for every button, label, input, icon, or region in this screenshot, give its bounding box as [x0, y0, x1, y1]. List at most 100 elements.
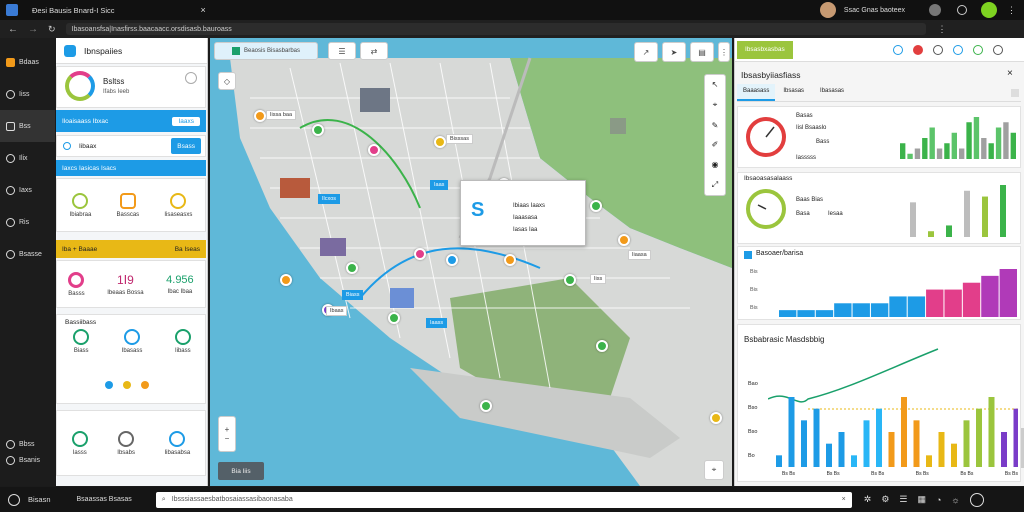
- map-nav-button[interactable]: ➤: [662, 42, 686, 62]
- map-marker-label[interactable]: Iiaasa: [628, 250, 651, 260]
- map-pin[interactable]: [312, 124, 324, 136]
- action-item[interactable]: Ibsabs: [117, 430, 135, 456]
- forward-icon[interactable]: →: [28, 24, 38, 35]
- map-canvas[interactable]: [210, 38, 732, 486]
- rail-bottom-2[interactable]: Bsanis: [0, 452, 55, 468]
- rail-item-5[interactable]: Iaxs: [0, 174, 55, 206]
- fullscreen-icon[interactable]: ⤢: [712, 180, 718, 190]
- rail-bottom-1[interactable]: Bbss: [0, 436, 55, 452]
- map-marker-label[interactable]: Iaass: [426, 318, 448, 328]
- map-pin[interactable]: [254, 110, 266, 122]
- rail-item-home[interactable]: Bdaas: [0, 46, 55, 78]
- dot-icon[interactable]: [141, 381, 149, 389]
- power-icon[interactable]: [8, 493, 20, 506]
- search-button[interactable]: Iibaax: [79, 143, 96, 150]
- map-marker-label[interactable]: Iissa baa: [266, 110, 297, 120]
- map-pin[interactable]: [446, 254, 458, 266]
- rail-item-7[interactable]: Bsasse: [0, 238, 55, 270]
- map-compass-button[interactable]: ◇: [218, 72, 236, 90]
- edit-icon[interactable]: ✎: [712, 121, 719, 130]
- dot-icon[interactable]: [105, 381, 113, 389]
- map-pin[interactable]: [280, 274, 292, 286]
- clear-icon[interactable]: ×: [842, 496, 846, 503]
- map-pin[interactable]: [388, 312, 400, 324]
- map-marker-label[interactable]: Ibaas: [326, 306, 348, 316]
- check-icon[interactable]: [972, 44, 983, 55]
- bell-icon[interactable]: [932, 44, 943, 55]
- zoom-out-icon[interactable]: −: [225, 434, 230, 443]
- panel-close-icon[interactable]: ×: [1007, 68, 1013, 79]
- draw-icon[interactable]: ✐: [712, 140, 719, 149]
- city-map[interactable]: Beaosis Bisasbarbas ☰ ⇄ ↗ ➤ ▤ ⋮ ◇ ↖ ⌖ ✎ …: [210, 38, 732, 486]
- map-pin[interactable]: [590, 200, 602, 212]
- group-item[interactable]: Iibass: [174, 329, 191, 354]
- menu-icon[interactable]: ⋮: [938, 24, 947, 35]
- profile-settings-icon[interactable]: [185, 72, 197, 84]
- tab-2[interactable]: Ibsasas: [775, 84, 812, 101]
- camera-icon[interactable]: ◉: [712, 160, 719, 169]
- map-marker-label[interactable]: Biass: [342, 290, 364, 300]
- rail-item-6[interactable]: Ris: [0, 206, 55, 238]
- settings-icon[interactable]: [992, 44, 1003, 55]
- map-pin[interactable]: [368, 144, 380, 156]
- map-locate-button[interactable]: ⌖: [704, 460, 724, 480]
- map-pin[interactable]: [480, 400, 492, 412]
- tray-icon[interactable]: ☼: [951, 495, 959, 505]
- tray-icon[interactable]: ▦: [917, 494, 926, 505]
- tray-icon[interactable]: ✲: [864, 494, 872, 505]
- stat-item[interactable]: Ibiabraa: [70, 192, 91, 218]
- action-item[interactable]: Iasss: [71, 430, 88, 456]
- tab-3[interactable]: Ibasasas: [812, 84, 852, 101]
- tab-title[interactable]: Ðesi Bausis Bnard-I Sicc: [32, 6, 115, 15]
- address-field[interactable]: Ibasoansfsa|Inasfirss.baacaacc.orsdisasb…: [65, 23, 926, 35]
- reload-icon[interactable]: ↻: [48, 24, 56, 35]
- rail-item-2[interactable]: Iiss: [0, 78, 55, 110]
- map-pin[interactable]: [710, 412, 722, 424]
- group-item[interactable]: Biass: [73, 329, 90, 354]
- map-share-button[interactable]: ↗: [634, 42, 658, 62]
- tray-icon[interactable]: ⚙: [881, 494, 889, 505]
- tab-1[interactable]: Baaasass: [737, 84, 776, 101]
- dot-icon[interactable]: [123, 381, 131, 389]
- notification-icon[interactable]: [957, 5, 967, 15]
- map-pin[interactable]: [414, 248, 426, 260]
- map-list-button[interactable]: ☰: [328, 42, 356, 60]
- stat-item[interactable]: Iisaseasxs: [164, 192, 192, 218]
- close-tab-icon[interactable]: ×: [201, 5, 206, 15]
- map-pin[interactable]: [596, 340, 608, 352]
- rail-item-4[interactable]: Ilix: [0, 142, 55, 174]
- rail-item-3[interactable]: Bss: [0, 110, 55, 142]
- map-doc-button[interactable]: ▤: [690, 42, 714, 62]
- window-controls[interactable]: [929, 4, 941, 16]
- help-icon[interactable]: [969, 492, 984, 507]
- map-pin[interactable]: [564, 274, 576, 286]
- map-marker-label[interactable]: Ilcxos: [318, 194, 341, 204]
- status-dot-icon[interactable]: [981, 2, 997, 18]
- avatar[interactable]: [819, 2, 836, 18]
- map-more-button[interactable]: ⋮: [718, 42, 730, 62]
- map-marker-label[interactable]: Bisssas: [446, 134, 473, 144]
- bottom-search-input[interactable]: ⌕ Ibsssiassaesbatbosaiassasibaonasaba ×: [155, 491, 852, 508]
- map-pin[interactable]: [434, 136, 446, 148]
- info-icon[interactable]: [952, 44, 963, 55]
- filter-dropdown-button[interactable]: Iaaxs: [172, 116, 200, 126]
- measure-icon[interactable]: ⌖: [713, 100, 718, 110]
- map-pin[interactable]: [346, 262, 358, 274]
- map-marker-label[interactable]: Iiss: [590, 274, 607, 284]
- map-pin[interactable]: [504, 254, 516, 266]
- tray-icon[interactable]: ◔: [936, 495, 941, 505]
- group-item[interactable]: Ibasass: [122, 329, 142, 354]
- pointer-icon[interactable]: ↖: [712, 80, 719, 89]
- header-tag[interactable]: Ibsasbxasbas: [737, 40, 793, 59]
- alert-icon[interactable]: [892, 44, 903, 55]
- tray-icon[interactable]: ☰: [899, 494, 907, 505]
- zoom-in-icon[interactable]: +: [225, 425, 230, 434]
- map-marker-label[interactable]: Iaas: [430, 180, 449, 190]
- map-popup[interactable]: S Ibiaas Iaaxs Iaaasasa Iasas Iaa: [460, 180, 586, 246]
- pager-dots[interactable]: [105, 381, 149, 389]
- zoom-control[interactable]: + −: [218, 416, 236, 452]
- warning-icon[interactable]: [912, 44, 923, 55]
- stat-item[interactable]: Basscas: [116, 192, 139, 218]
- map-filter-button[interactable]: Beaosis Bisasbarbas: [214, 42, 318, 60]
- map-pin[interactable]: [618, 234, 630, 246]
